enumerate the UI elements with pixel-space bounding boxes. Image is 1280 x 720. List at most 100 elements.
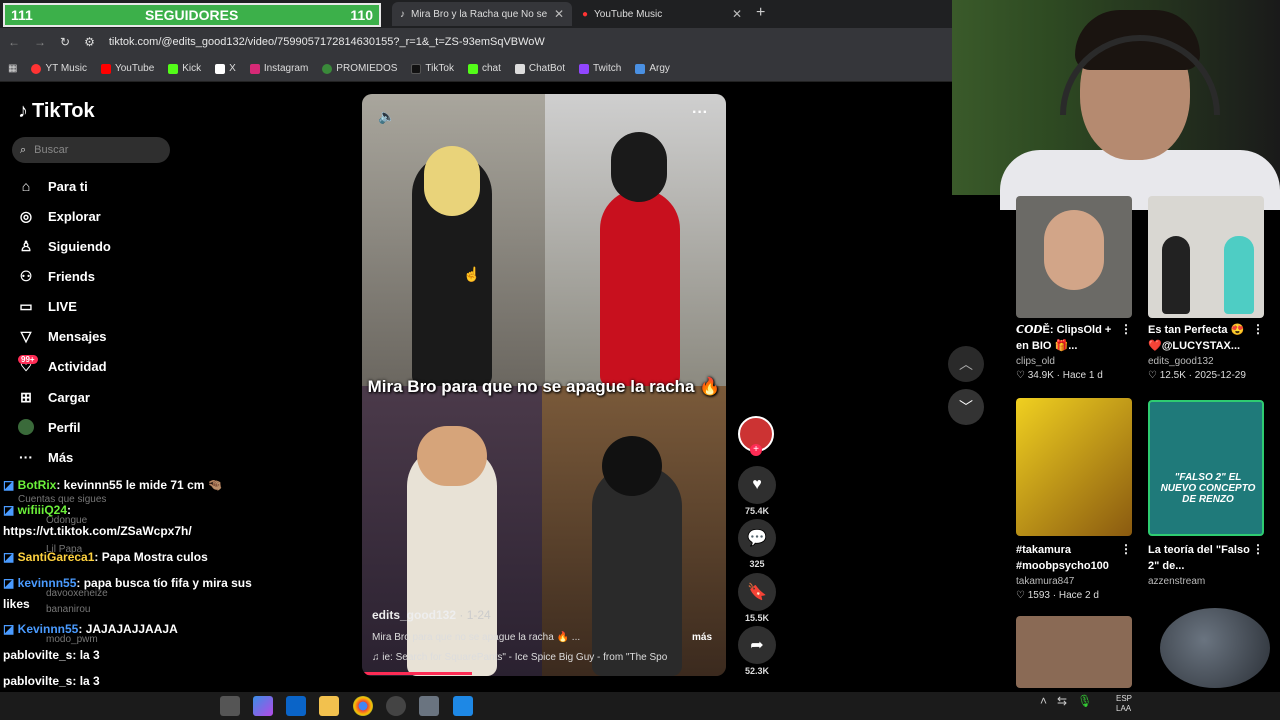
video-player[interactable]: Mira Bro para que no se apague la racha …: [362, 94, 726, 676]
recommendation-author[interactable]: clips_old: [1016, 356, 1055, 367]
close-tab-icon[interactable]: ✕: [554, 7, 564, 21]
tab-label: YouTube Music: [594, 8, 663, 20]
recommendation-menu-icon[interactable]: ⋮: [1252, 542, 1264, 556]
inbox-icon: ▽: [20, 327, 32, 344]
hand-cursor-icon: ☝: [463, 266, 481, 282]
file-explorer-icon[interactable]: [319, 696, 339, 716]
recommendation-meta: ♡ 12.5K · 2025-12-29: [1148, 370, 1246, 381]
nav-item-para-ti[interactable]: ⌂ Para ti: [18, 173, 88, 199]
site-settings-icon[interactable]: ⚙: [84, 35, 95, 49]
bookmark-chatbot[interactable]: ChatBot: [514, 63, 565, 74]
tab-youtube-music[interactable]: ● YouTube Music ✕: [574, 2, 750, 26]
reload-icon[interactable]: ↻: [60, 35, 70, 49]
mail-icon[interactable]: [286, 696, 306, 716]
recommendation-author[interactable]: takamura847: [1016, 576, 1074, 587]
followers-goal: 110: [350, 7, 373, 23]
follow-plus-icon[interactable]: +: [750, 444, 762, 456]
recommendation-title[interactable]: La teoría del "Falso 2" de...: [1148, 542, 1254, 574]
search-input[interactable]: ⌕ Buscar: [12, 137, 170, 163]
bookmark-promiedos[interactable]: PROMIEDOS: [322, 63, 397, 74]
nav-item-explorar[interactable]: ◎ Explorar: [18, 203, 101, 229]
stream-mascot-overlay: [1160, 608, 1270, 688]
recommendation-author[interactable]: azzenstream: [1148, 576, 1205, 587]
followers-current: 111: [11, 7, 33, 23]
youtube-music-favicon-icon: ●: [582, 8, 589, 20]
bookmark-tiktok[interactable]: TikTok: [411, 63, 454, 74]
obs-icon[interactable]: [386, 696, 406, 716]
recommendation-menu-icon[interactable]: ⋮: [1252, 322, 1264, 336]
nav-item-friends[interactable]: ⚇ Friends: [18, 263, 95, 289]
compass-icon: ◎: [19, 207, 33, 224]
more-description-button[interactable]: más: [692, 632, 712, 643]
following-item[interactable]: bananirou: [46, 604, 90, 615]
close-tab-icon[interactable]: ✕: [732, 7, 742, 21]
recommendation-menu-icon[interactable]: ⋮: [1120, 322, 1132, 336]
music-ticker[interactable]: ♫ ie: Search for SquarePants" - Ice Spic…: [372, 652, 716, 663]
recommendation-thumbnail[interactable]: [1016, 616, 1132, 688]
bookmark-argy[interactable]: Argy: [635, 63, 670, 74]
forward-icon[interactable]: →: [34, 35, 46, 49]
network-icon[interactable]: ⇆: [1057, 694, 1067, 708]
apps-grid-icon[interactable]: ▦: [8, 63, 17, 74]
app-icon[interactable]: [453, 696, 473, 716]
recommendation-title[interactable]: Es tan Perfecta 😍❤️@LUCYSTAX...: [1148, 322, 1254, 354]
save-button[interactable]: 🔖: [738, 573, 776, 611]
video-author[interactable]: edits_good132 · 1-24: [372, 608, 491, 622]
bookmark-instagram[interactable]: Instagram: [249, 63, 308, 74]
chat-badge-icon: ◪: [3, 550, 18, 564]
tiktok-logo[interactable]: ♪ TikTok: [18, 100, 95, 123]
more-options-icon[interactable]: ···: [692, 104, 708, 122]
recommendation-thumbnail[interactable]: [1016, 398, 1132, 536]
recommendation-thumbnail[interactable]: [1016, 196, 1132, 318]
comment-button[interactable]: 💬: [738, 519, 776, 557]
video-progress-bar[interactable]: [362, 672, 472, 675]
video-frame-top-right: [545, 94, 726, 386]
tiktok-favicon-icon: ♪: [400, 8, 405, 20]
nav-item-mas[interactable]: ··· Más: [18, 444, 73, 470]
nav-item-perfil[interactable]: Perfil: [18, 414, 81, 440]
recommendation-author[interactable]: edits_good132: [1148, 356, 1214, 367]
dancer-hair: [602, 436, 662, 496]
recommendation-title[interactable]: 𝘾𝙊𝘿Ě: ClipsOld + en BIO 🎁...: [1016, 322, 1122, 354]
next-video-button[interactable]: ﹀: [948, 389, 984, 425]
volume-icon[interactable]: 🔈: [378, 108, 395, 125]
nav-item-cargar[interactable]: ⊞ Cargar: [18, 384, 90, 410]
tab-tiktok[interactable]: ♪ Mira Bro y la Racha que No se ✕: [392, 2, 572, 26]
settings-icon[interactable]: [419, 696, 439, 716]
chrome-icon[interactable]: [353, 696, 373, 716]
bookmark-x[interactable]: X: [215, 63, 236, 74]
nav-item-mensajes[interactable]: ▽ Mensajes: [18, 323, 107, 349]
recommendation-thumbnail[interactable]: "FALSO 2" EL NUEVO CONCEPTO DE RENZO: [1148, 400, 1264, 536]
previous-video-button[interactable]: ︿: [948, 346, 984, 382]
chevron-up-icon[interactable]: ˄: [1040, 694, 1047, 708]
video-frame-top-left: [362, 94, 545, 386]
chat-message-continued: https://vt.tiktok.com/ZSaWcpx7h/: [3, 524, 192, 538]
nav-item-siguiendo[interactable]: ♙ Siguiendo: [18, 233, 111, 259]
recommendation-menu-icon[interactable]: ⋮: [1120, 542, 1132, 556]
search-placeholder: Buscar: [34, 144, 69, 156]
url-field[interactable]: tiktok.com/@edits_good132/video/75990571…: [109, 36, 545, 48]
language-indicator[interactable]: ESP LAA: [1116, 694, 1132, 714]
bookmark-chat[interactable]: chat: [467, 63, 501, 74]
video-overlay-text: Mira Bro para que no se apague la racha …: [367, 377, 721, 396]
bookmark-kick[interactable]: Kick: [168, 63, 201, 74]
recommendation-thumbnail[interactable]: [1148, 196, 1264, 318]
back-icon[interactable]: ←: [8, 35, 20, 49]
copilot-icon[interactable]: [253, 696, 273, 716]
new-tab-button[interactable]: +: [756, 4, 765, 22]
nav-item-live[interactable]: ▭ LIVE: [18, 293, 77, 319]
bookmark-twitch[interactable]: Twitch: [579, 63, 621, 74]
bookmark-youtube[interactable]: YouTube: [100, 63, 154, 74]
share-button[interactable]: ➦: [738, 626, 776, 664]
dancer-figure: [592, 466, 682, 676]
bookmark-yt-music[interactable]: YT Music: [31, 63, 87, 74]
like-button[interactable]: ♥: [738, 466, 776, 504]
bookmark-icon: 🔖: [747, 584, 767, 601]
task-view-icon[interactable]: [220, 696, 240, 716]
microphone-icon[interactable]: 🎙: [1077, 694, 1092, 708]
share-icon: ➦: [750, 637, 764, 654]
recommendation-title[interactable]: #takamura #moobpsycho100: [1016, 542, 1122, 574]
profile-icon: [18, 419, 34, 435]
chat-message: ◪ SantiGareca1: Papa Mostra culos: [3, 550, 208, 564]
activity-badge: 99+: [18, 355, 38, 364]
